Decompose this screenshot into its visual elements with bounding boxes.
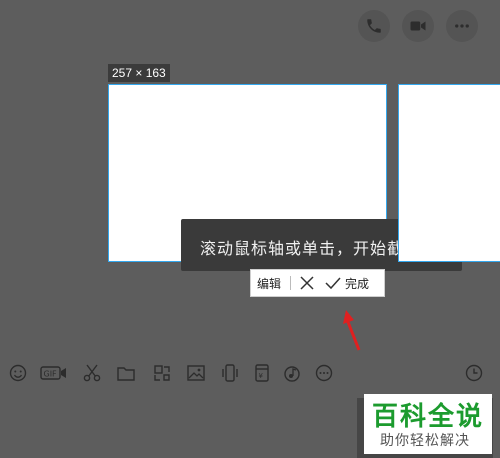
shake-button[interactable] bbox=[220, 363, 240, 383]
cancel-button[interactable] bbox=[299, 275, 315, 291]
capture-edit-toolbar: 编辑 完成 bbox=[250, 269, 385, 297]
voice-call-button[interactable] bbox=[358, 10, 390, 42]
file-button[interactable] bbox=[116, 363, 136, 383]
edit-button[interactable]: 编辑 bbox=[251, 275, 290, 292]
more-circle-icon bbox=[315, 364, 333, 382]
scissors-icon bbox=[83, 364, 101, 382]
chat-input-toolbar: GIF ¥ bbox=[0, 358, 500, 388]
history-button[interactable] bbox=[464, 363, 484, 383]
clock-icon bbox=[465, 364, 483, 382]
svg-text:¥: ¥ bbox=[259, 372, 264, 380]
emoji-icon bbox=[9, 364, 27, 382]
emoji-button[interactable] bbox=[8, 363, 28, 383]
more-options-button[interactable] bbox=[446, 10, 478, 42]
screenshot-button[interactable] bbox=[82, 363, 102, 383]
image-button[interactable] bbox=[186, 363, 206, 383]
svg-text:GIF: GIF bbox=[44, 370, 58, 379]
chat-header-actions bbox=[358, 10, 478, 42]
sticker-button[interactable] bbox=[152, 363, 172, 383]
video-call-button[interactable] bbox=[402, 10, 434, 42]
video-icon bbox=[410, 21, 426, 31]
red-packet-button[interactable]: ¥ bbox=[252, 363, 272, 383]
more-tools-button[interactable] bbox=[314, 363, 334, 383]
gif-button[interactable]: GIF bbox=[40, 363, 68, 383]
check-icon bbox=[325, 277, 341, 290]
watermark-subtitle: 助你轻松解决 bbox=[380, 432, 470, 448]
music-button[interactable] bbox=[282, 363, 302, 383]
sticker-icon bbox=[154, 365, 170, 381]
toolbar-divider bbox=[290, 276, 292, 290]
music-icon bbox=[284, 366, 300, 382]
done-button[interactable]: 完成 bbox=[325, 275, 369, 292]
red-packet-icon: ¥ bbox=[255, 364, 269, 382]
folder-icon bbox=[117, 367, 135, 381]
more-icon bbox=[455, 24, 469, 28]
watermark-logo: 百科全说 助你轻松解决 bbox=[364, 394, 492, 454]
image-icon bbox=[187, 365, 205, 381]
selection-size-label: 257 × 163 bbox=[108, 64, 170, 82]
capture-hint-text: 滚动鼠标轴或单击，开始截 bbox=[200, 241, 405, 258]
watermark-title: 百科全说 bbox=[372, 401, 485, 431]
phone-icon bbox=[367, 19, 381, 33]
capture-selection-area-secondary[interactable] bbox=[398, 84, 500, 262]
gif-icon: GIF bbox=[40, 366, 66, 380]
phone-shake-icon bbox=[222, 364, 238, 382]
close-icon bbox=[300, 276, 314, 290]
red-arrow-annotation bbox=[343, 310, 361, 351]
done-label: 完成 bbox=[345, 276, 370, 291]
